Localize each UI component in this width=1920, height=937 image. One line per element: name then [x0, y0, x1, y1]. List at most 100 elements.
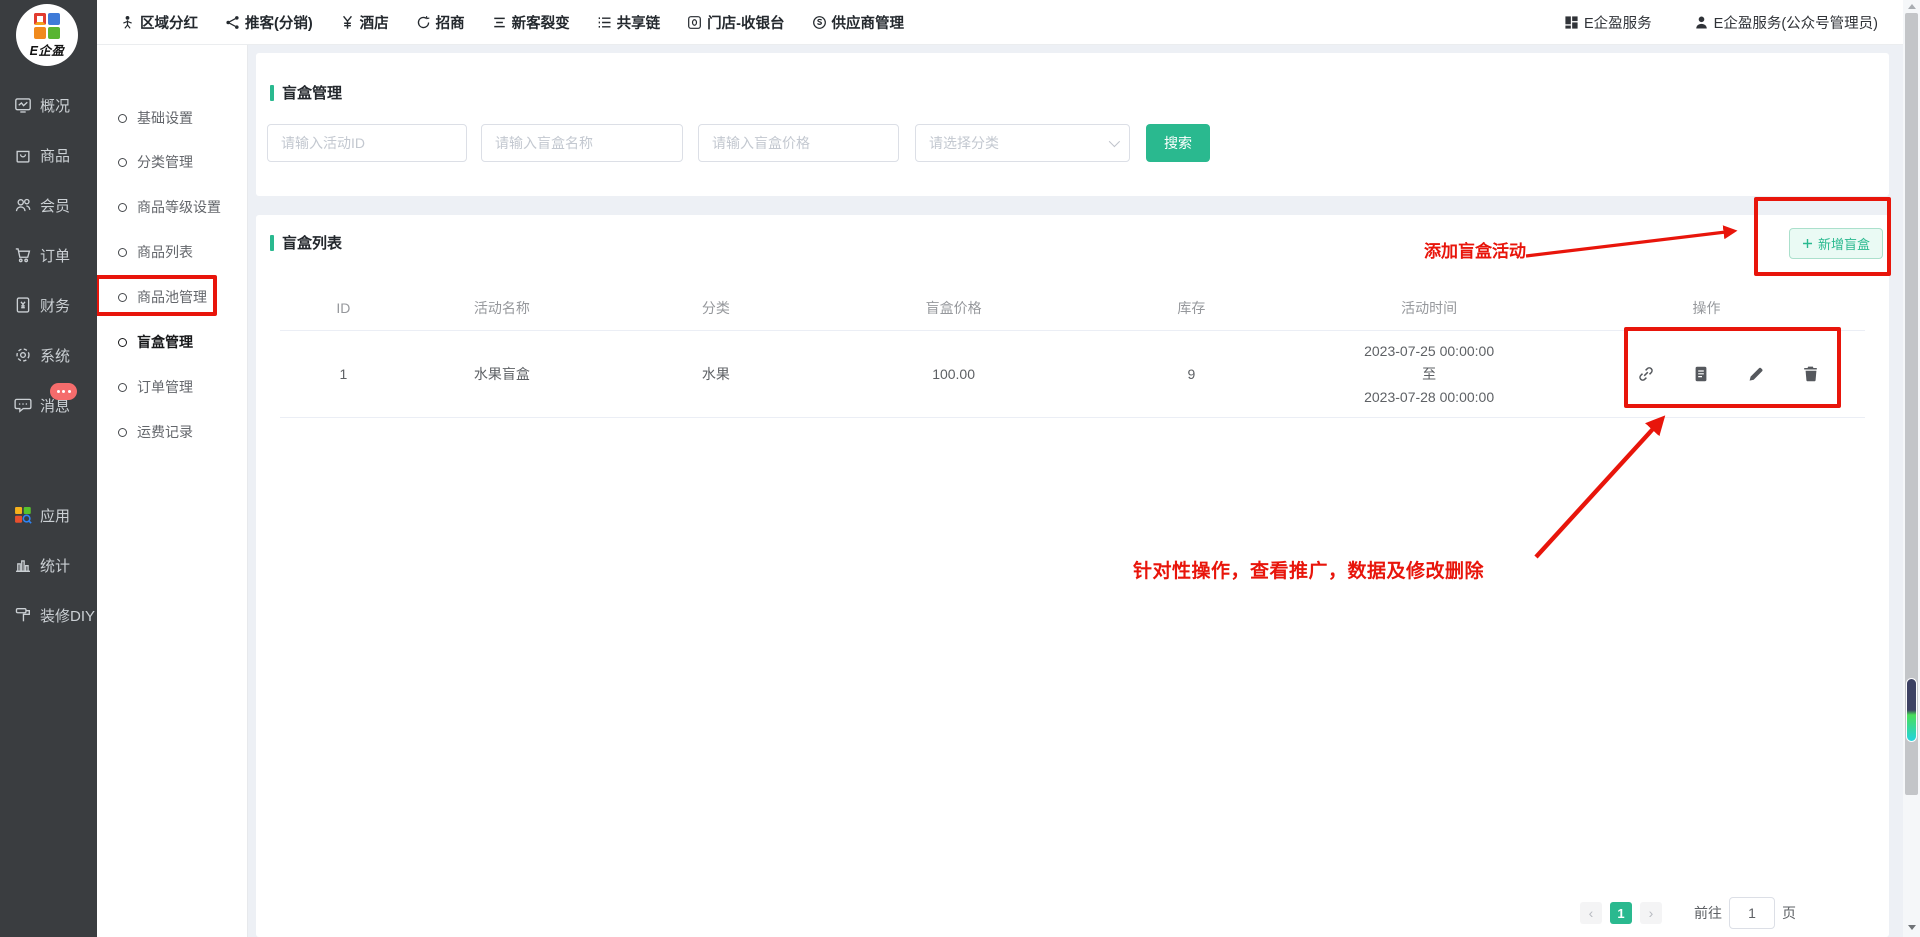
search-card-title: 盲盒管理: [270, 82, 342, 103]
cell-price: 100.00: [835, 366, 1073, 382]
top-bar: 区域分红 推客(分销) 酒店 招商 新客裂变 共享链: [97, 0, 1920, 45]
plus-icon: [1802, 238, 1813, 249]
nav-label: 推客(分销): [245, 12, 313, 33]
circle-icon: [118, 114, 127, 123]
add-blindbox-button[interactable]: 新增盲盒: [1789, 228, 1883, 259]
submenu-item-category-management[interactable]: 分类管理: [118, 147, 193, 177]
primary-sidebar: E企盈 概况 商品 会员 订单: [0, 0, 97, 937]
cell-activity-time: 2023-07-25 00:00:00 至 2023-07-28 00:00:0…: [1310, 340, 1548, 409]
submenu-item-goods-level[interactable]: 商品等级设置: [118, 192, 221, 222]
messages-badge: [50, 383, 77, 400]
submenu-label: 盲盒管理: [137, 332, 193, 352]
submenu-item-blindbox-management[interactable]: 盲盒管理: [118, 327, 193, 357]
link-icon[interactable]: [1637, 365, 1655, 383]
nav-label: 门店-收银台: [707, 12, 784, 33]
recycle-icon: [416, 15, 431, 30]
activity-id-input[interactable]: [267, 124, 467, 162]
col-header-price: 盲盒价格: [835, 298, 1073, 318]
scroll-down-icon[interactable]: [1908, 925, 1916, 930]
rail-item-messages[interactable]: 消息: [0, 388, 97, 422]
rail-item-label: 财务: [40, 295, 70, 316]
members-icon: [13, 196, 32, 215]
submenu-item-freight-records[interactable]: 运费记录: [118, 417, 193, 447]
next-page-button[interactable]: ›: [1640, 902, 1662, 924]
submenu-item-basic-settings[interactable]: 基础设置: [118, 103, 193, 133]
supplier-icon: [812, 15, 827, 30]
user-label: E企盈服务(公众号管理员): [1714, 12, 1878, 33]
yen-icon: [340, 15, 355, 30]
user-menu[interactable]: E企盈服务(公众号管理员): [1694, 12, 1878, 33]
rail-item-label: 装修DIY: [40, 605, 95, 626]
top-nav-share-chain[interactable]: 共享链: [597, 12, 661, 33]
goto-label: 前往: [1694, 903, 1722, 923]
rail-item-members[interactable]: 会员: [0, 188, 97, 222]
rail-item-goods[interactable]: 商品: [0, 138, 97, 172]
rail-item-label: 订单: [40, 245, 70, 266]
time-start: 2023-07-25 00:00:00: [1310, 340, 1548, 363]
top-nav-fission[interactable]: 新客裂变: [492, 12, 570, 33]
top-nav: 区域分红 推客(分销) 酒店 招商 新客裂变 共享链: [97, 12, 904, 33]
submenu-label: 分类管理: [137, 152, 193, 172]
fission-icon: [492, 15, 507, 30]
submenu-item-order-management[interactable]: 订单管理: [118, 372, 193, 402]
apps-icon: [13, 506, 32, 525]
edit-icon[interactable]: [1747, 365, 1765, 383]
scroll-up-icon[interactable]: [1908, 4, 1916, 9]
logo-text: E企盈: [30, 40, 65, 59]
page: E企盈 概况 商品 会员 订单: [0, 0, 1920, 937]
page-1-button[interactable]: 1: [1610, 902, 1632, 924]
top-nav-promoter[interactable]: 推客(分销): [225, 12, 313, 33]
person-icon: [120, 15, 135, 30]
circle-icon: [118, 158, 127, 167]
top-nav-region-bonus[interactable]: 区域分红: [120, 12, 198, 33]
time-end: 2023-07-28 00:00:00: [1310, 386, 1548, 409]
store-icon: [687, 15, 702, 30]
nav-label: 酒店: [360, 12, 389, 33]
finance-icon: [13, 296, 32, 315]
submenu-item-goods-list[interactable]: 商品列表: [118, 237, 193, 267]
submenu-label: 商品列表: [137, 242, 193, 262]
secondary-sidebar: 基础设置 分类管理 商品等级设置 商品列表 商品池管理 盲盒管理 订单管理 运费…: [97, 45, 248, 937]
submenu-item-goods-pool[interactable]: 商品池管理: [118, 282, 207, 312]
circle-icon: [118, 383, 127, 392]
stats-icon: [13, 556, 32, 575]
cell-category: 水果: [597, 364, 835, 384]
blindbox-name-input[interactable]: [481, 124, 683, 162]
top-nav-investment[interactable]: 招商: [416, 12, 465, 33]
rail-item-system[interactable]: 系统: [0, 338, 97, 372]
top-nav-hotel[interactable]: 酒店: [340, 12, 389, 33]
col-header-activity-name: 活动名称: [407, 298, 597, 318]
rail-item-overview[interactable]: 概况: [0, 88, 97, 122]
list-icon: [597, 15, 612, 30]
page-number-input[interactable]: [1729, 897, 1775, 929]
rail-item-orders[interactable]: 订单: [0, 238, 97, 272]
prev-page-button[interactable]: ‹: [1580, 902, 1602, 924]
circle-icon: [118, 293, 127, 302]
rail-item-apps[interactable]: 应用: [0, 498, 97, 532]
rail-item-stats[interactable]: 统计: [0, 548, 97, 582]
system-icon: [13, 346, 32, 365]
rail-item-finance[interactable]: 财务: [0, 288, 97, 322]
list-card: 盲盒列表 新增盲盒 ID 活动名称 分类 盲盒价格 库存 活动时间 操作 1: [256, 215, 1889, 937]
overview-icon: [13, 96, 32, 115]
page-scrollbar[interactable]: [1903, 0, 1920, 937]
poster-icon[interactable]: [1692, 365, 1710, 383]
blindbox-price-input[interactable]: [698, 124, 899, 162]
circle-icon: [118, 338, 127, 347]
workspace-switcher[interactable]: E企盈服务: [1564, 12, 1652, 33]
search-button[interactable]: 搜索: [1146, 124, 1210, 162]
category-select[interactable]: 请选择分类: [915, 124, 1130, 162]
top-nav-store-cashier[interactable]: 门店-收银台: [687, 12, 784, 33]
top-nav-supplier[interactable]: 供应商管理: [812, 12, 905, 33]
message-icon: [13, 396, 32, 415]
pagination: ‹ 1 › 前往 页: [1572, 897, 1796, 929]
delete-icon[interactable]: [1802, 365, 1820, 383]
cell-activity-name: 水果盲盒: [407, 364, 597, 384]
app-logo[interactable]: E企盈: [16, 4, 78, 66]
submenu-label: 基础设置: [137, 108, 193, 128]
top-bar-right: E企盈服务 E企盈服务(公众号管理员): [1564, 12, 1920, 33]
diy-icon: [13, 606, 32, 625]
circle-icon: [118, 248, 127, 257]
rail-item-diy[interactable]: 装修DIY: [0, 598, 97, 632]
title-accent-bar: [270, 85, 274, 101]
